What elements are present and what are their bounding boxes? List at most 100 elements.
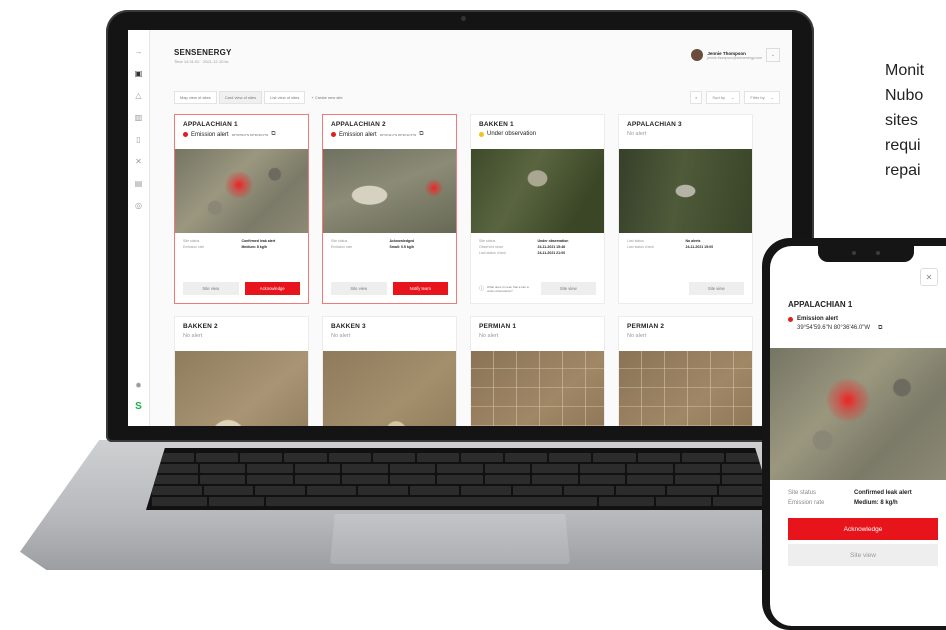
button-spacer xyxy=(627,282,683,295)
sort-select[interactable]: Sort by ⌄ xyxy=(706,90,741,104)
site-name: PERMIAN 2 xyxy=(627,323,665,330)
site-card-appalachian-2[interactable]: APPALACHIAN 2 Emission alert 39°54'44.2"… xyxy=(322,114,457,304)
satellite-image xyxy=(471,149,604,233)
site-view-button[interactable]: Site view xyxy=(788,544,938,566)
observation-dot-icon xyxy=(479,131,484,137)
copy-icon[interactable]: ⧉ xyxy=(419,131,423,138)
info-icon: ⓘ xyxy=(479,286,485,292)
detail-label: Observed since xyxy=(479,245,504,249)
site-name: APPALACHIAN 1 xyxy=(183,121,238,128)
site-card-grid: APPALACHIAN 1 Emission alert 39°54'59.6"… xyxy=(174,114,770,426)
avatar xyxy=(691,49,704,61)
chevron-down-icon: ⌄ xyxy=(731,94,735,100)
detail-value: Small: 0.5 kg/h xyxy=(389,245,415,249)
site-name: BAKKEN 2 xyxy=(183,323,218,330)
laptop-trackpad xyxy=(330,514,570,564)
site-card-appalachian-3[interactable]: APPALACHIAN 3 No alert Last status No al… xyxy=(618,114,753,304)
detail-label: Last status xyxy=(627,239,644,243)
user-menu[interactable]: Jennie Thompson jennie.thompson@sensener… xyxy=(691,48,780,62)
site-name: PERMIAN 1 xyxy=(479,323,517,330)
site-status: No alert xyxy=(627,333,647,339)
bell-icon[interactable]: △ xyxy=(135,92,141,100)
user-email: jennie.thompson@sensenergy.com xyxy=(707,55,762,60)
phone-site-coordinates: 39°54'59.6"N 80°36'46.0"W xyxy=(797,325,871,331)
tab-map-view[interactable]: Map view of sites xyxy=(174,90,217,104)
site-card-appalachian-1[interactable]: APPALACHIAN 1 Emission alert 39°54'59.6"… xyxy=(174,114,309,304)
app-title: SENSENERGY xyxy=(174,48,232,57)
acknowledge-button[interactable]: Acknowledge xyxy=(788,518,938,540)
help-icon[interactable]: ◎ xyxy=(135,202,142,210)
detail-value: Medium: 8 kg/h xyxy=(241,245,267,249)
create-site-link[interactable]: + Create new site xyxy=(311,95,342,100)
view-toolbar: Map view of sites Card view of sites Lis… xyxy=(174,90,780,104)
report-icon[interactable]: ▤ xyxy=(135,180,143,188)
marketing-caption: Monit Nubo sites requi repai xyxy=(885,58,946,183)
satellite-image xyxy=(323,351,456,426)
satellite-image xyxy=(471,351,604,426)
observation-info[interactable]: ⓘ What does it mean that a site is under… xyxy=(479,282,535,295)
site-status: No alert xyxy=(183,333,203,339)
detail-value: No alerts xyxy=(685,239,701,243)
site-status: Emission alert xyxy=(191,131,229,138)
site-name: APPALACHIAN 2 xyxy=(331,121,386,128)
phone-satellite-image xyxy=(770,348,946,480)
alert-dot-icon xyxy=(788,316,793,322)
close-icon[interactable]: ✕ xyxy=(920,268,938,286)
settings-icon[interactable]: ✹ xyxy=(135,382,142,390)
site-card-permian-1[interactable]: PERMIAN 1 No alert xyxy=(470,316,605,426)
copy-icon[interactable]: ⧉ xyxy=(271,131,275,138)
emission-plume xyxy=(826,378,870,422)
dashboard-icon[interactable]: ▣ xyxy=(135,70,143,78)
phone-site-name: APPALACHIAN 1 xyxy=(788,300,853,309)
site-card-bakken-2[interactable]: BAKKEN 2 No alert xyxy=(174,316,309,426)
satellite-image xyxy=(619,149,752,233)
site-view-button[interactable]: Site view xyxy=(331,282,387,295)
sort-label: Sort by xyxy=(712,94,726,100)
brand-logo-icon: S xyxy=(135,401,142,412)
phone-sensor xyxy=(852,251,856,255)
notify-team-button[interactable]: Notify team xyxy=(392,282,448,295)
site-card-bakken-3[interactable]: BAKKEN 3 No alert xyxy=(322,316,457,426)
filter-select[interactable]: Filter by ⌄ xyxy=(744,90,780,104)
laptop-keyboard xyxy=(146,448,774,510)
caption-line: requi xyxy=(885,137,921,154)
laptop-screen: → ▣ △ ▥ ▯ ✕ ▤ ◎ ✹ S SENSENERGY Time 14:3… xyxy=(128,30,792,426)
detail-label: Last status check xyxy=(479,251,507,255)
phone-camera xyxy=(876,251,880,255)
detail-value: Confirmed leak alert xyxy=(241,239,276,243)
chevron-down-icon[interactable]: ⌄ xyxy=(766,48,780,62)
site-view-button[interactable]: Site view xyxy=(688,282,744,295)
tab-list-view[interactable]: List view of sites xyxy=(264,90,306,104)
site-view-button[interactable]: Site view xyxy=(540,282,596,295)
buildings-icon[interactable]: ▥ xyxy=(135,114,143,122)
search-icon[interactable]: ⌕ xyxy=(690,90,703,104)
detail-value: Under observation xyxy=(537,239,569,243)
detail-value: Acknowledged xyxy=(389,239,415,243)
detail-value: 24-11-2021 15:46 xyxy=(537,245,566,249)
alert-dot-icon xyxy=(331,132,336,137)
top-bar: SENSENERGY Time 14:31:02 · 2021-12-10 lt… xyxy=(174,48,780,76)
collapse-arrow-icon[interactable]: → xyxy=(135,48,143,56)
copy-icon[interactable]: ⧉ xyxy=(878,325,882,332)
document-icon[interactable]: ▯ xyxy=(136,136,140,144)
site-coordinates: 39°54'44.2"N 80°32'12.5"W xyxy=(379,132,417,137)
site-view-button[interactable]: Site view xyxy=(183,282,239,295)
tab-card-view[interactable]: Card view of sites xyxy=(218,90,263,104)
site-name: BAKKEN 3 xyxy=(331,323,366,330)
filter-label: Filter by xyxy=(750,94,765,100)
acknowledge-button[interactable]: Acknowledge xyxy=(244,282,300,295)
site-status: Emission alert xyxy=(339,131,377,138)
site-status: No alert xyxy=(479,333,499,339)
site-status: No alert xyxy=(331,333,351,339)
detail-label: Site status xyxy=(183,239,200,243)
caption-line: sites xyxy=(885,112,918,129)
laptop-camera xyxy=(461,16,466,21)
site-card-bakken-1[interactable]: BAKKEN 1 Under observation Site status U… xyxy=(470,114,605,304)
satellite-image xyxy=(175,149,308,233)
detail-value: Medium: 8 kg/h xyxy=(854,500,898,506)
site-card-permian-2[interactable]: PERMIAN 2 No alert xyxy=(618,316,753,426)
detail-label: Site status xyxy=(331,239,348,243)
drone-icon[interactable]: ✕ xyxy=(135,158,142,166)
site-status: No alert xyxy=(627,131,647,137)
detail-value: 24-11-2021 21:00 xyxy=(537,251,566,255)
